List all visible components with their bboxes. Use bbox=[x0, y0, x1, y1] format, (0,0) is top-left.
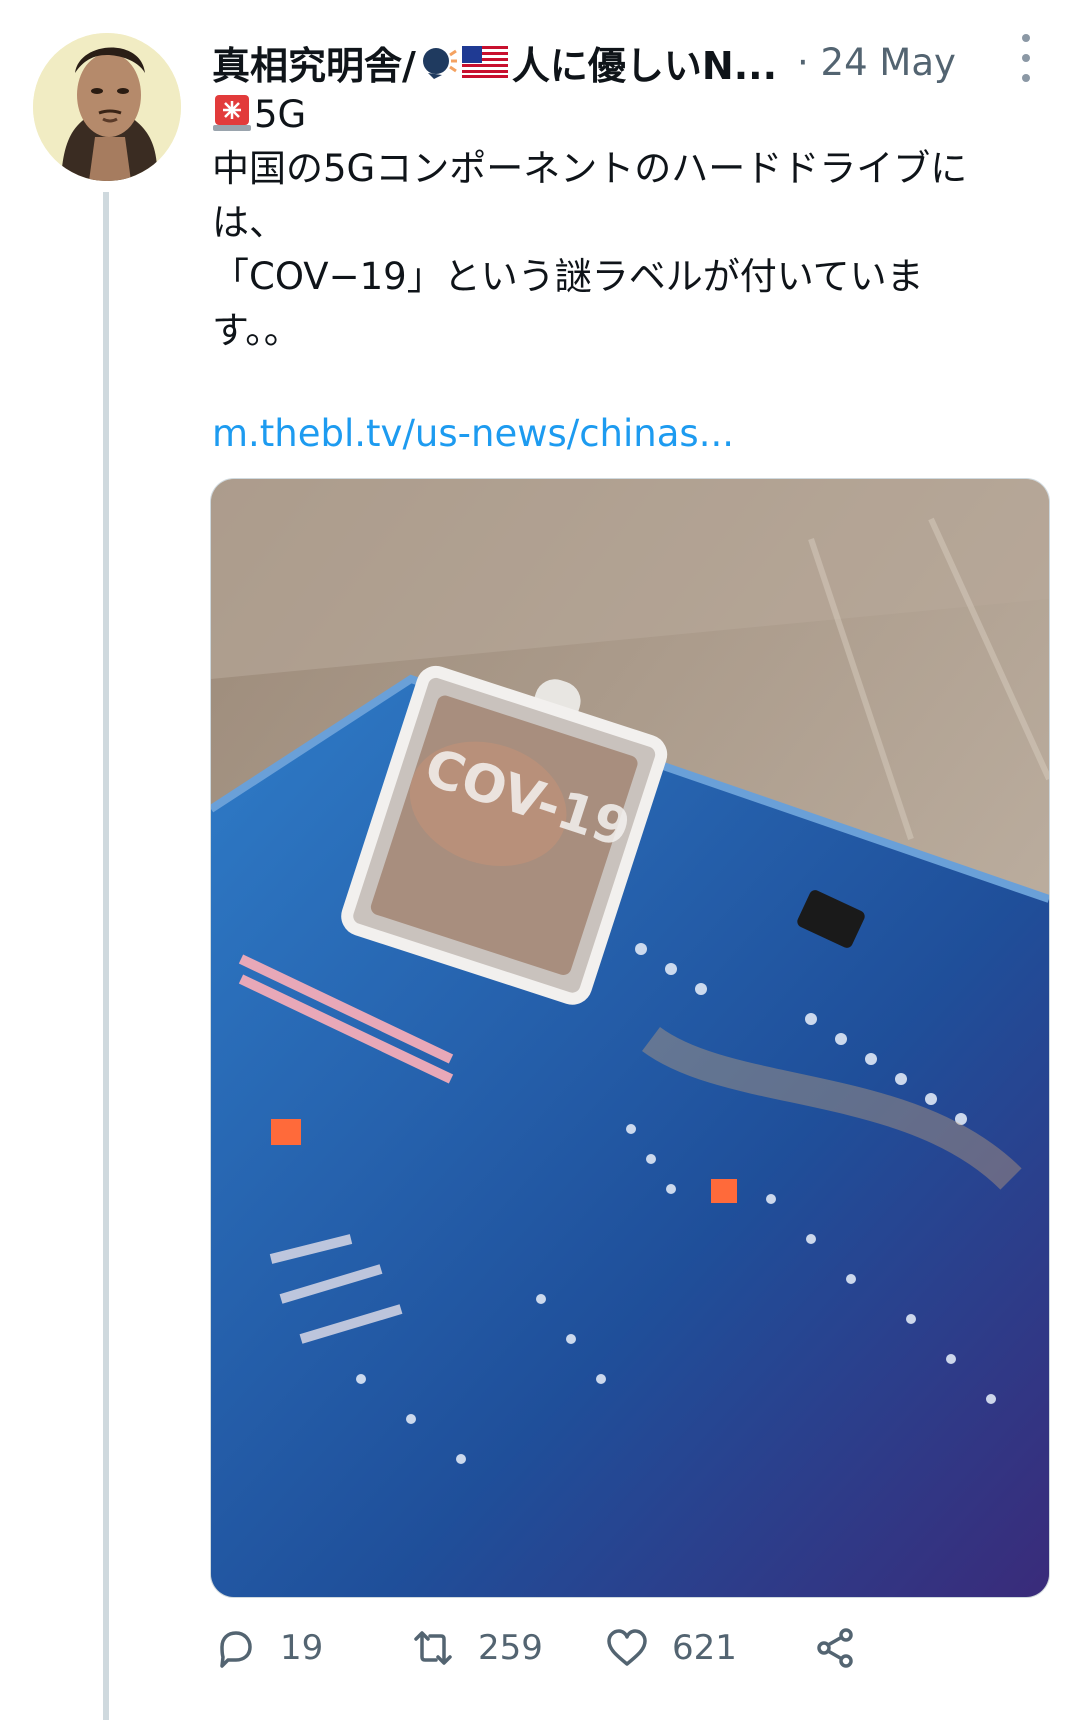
tweet-line: 5G bbox=[212, 88, 1052, 142]
thread-line bbox=[103, 192, 109, 1720]
speaking-head-icon bbox=[422, 48, 457, 79]
date-separator: · bbox=[797, 40, 809, 84]
tweet-text: 5G 中国の5Gコンポーネントのハードドライブに は、 「COV−19」という謎… bbox=[212, 88, 1052, 358]
author-name-tail: 人に優しいN... bbox=[511, 43, 778, 88]
reply-button[interactable]: 19 bbox=[212, 1620, 323, 1676]
retweet-icon bbox=[414, 1631, 452, 1665]
avatar-image bbox=[33, 33, 181, 181]
date-text: 24 May bbox=[820, 40, 956, 84]
tweet-line-5: す。。 bbox=[212, 309, 301, 352]
retweet-count: 259 bbox=[478, 1628, 543, 1668]
us-flag-icon bbox=[461, 46, 508, 78]
tweet-line-1: 5G bbox=[254, 93, 307, 136]
like-icon bbox=[607, 1629, 647, 1666]
tweet-media[interactable]: COV-19 bbox=[210, 478, 1050, 1598]
tweet-line-4: 「COV−19」という謎ラベルが付いていま bbox=[212, 255, 924, 298]
tweet-line-3: は、 bbox=[212, 201, 286, 244]
more-icon[interactable] bbox=[1012, 34, 1040, 82]
tweet-header: 真相究明舎/ 人に優しいN... · 24 May bbox=[212, 30, 1052, 94]
share-button[interactable] bbox=[812, 1620, 858, 1676]
author-name[interactable]: 真相究明舎/ 人に優しいN... bbox=[212, 35, 777, 90]
media-image: COV-19 bbox=[211, 479, 1049, 1597]
author-name-text: 真相究明舎/ bbox=[212, 43, 416, 88]
reply-count: 19 bbox=[280, 1628, 324, 1668]
reply-icon bbox=[220, 1631, 252, 1668]
share-icon bbox=[817, 1628, 853, 1668]
avatar[interactable] bbox=[33, 33, 181, 181]
tweet-actions: 19 259 621 bbox=[212, 1620, 932, 1676]
tweet-link[interactable]: m.thebl.tv/us-news/chinas... bbox=[212, 412, 734, 455]
tweet-line-2: 中国の5Gコンポーネントのハードドライブに bbox=[212, 147, 968, 190]
like-button[interactable]: 621 bbox=[604, 1620, 737, 1676]
retweet-button[interactable]: 259 bbox=[410, 1620, 543, 1676]
tweet-date[interactable]: · 24 May bbox=[797, 41, 956, 84]
siren-icon bbox=[213, 95, 251, 131]
like-count: 621 bbox=[672, 1628, 737, 1668]
